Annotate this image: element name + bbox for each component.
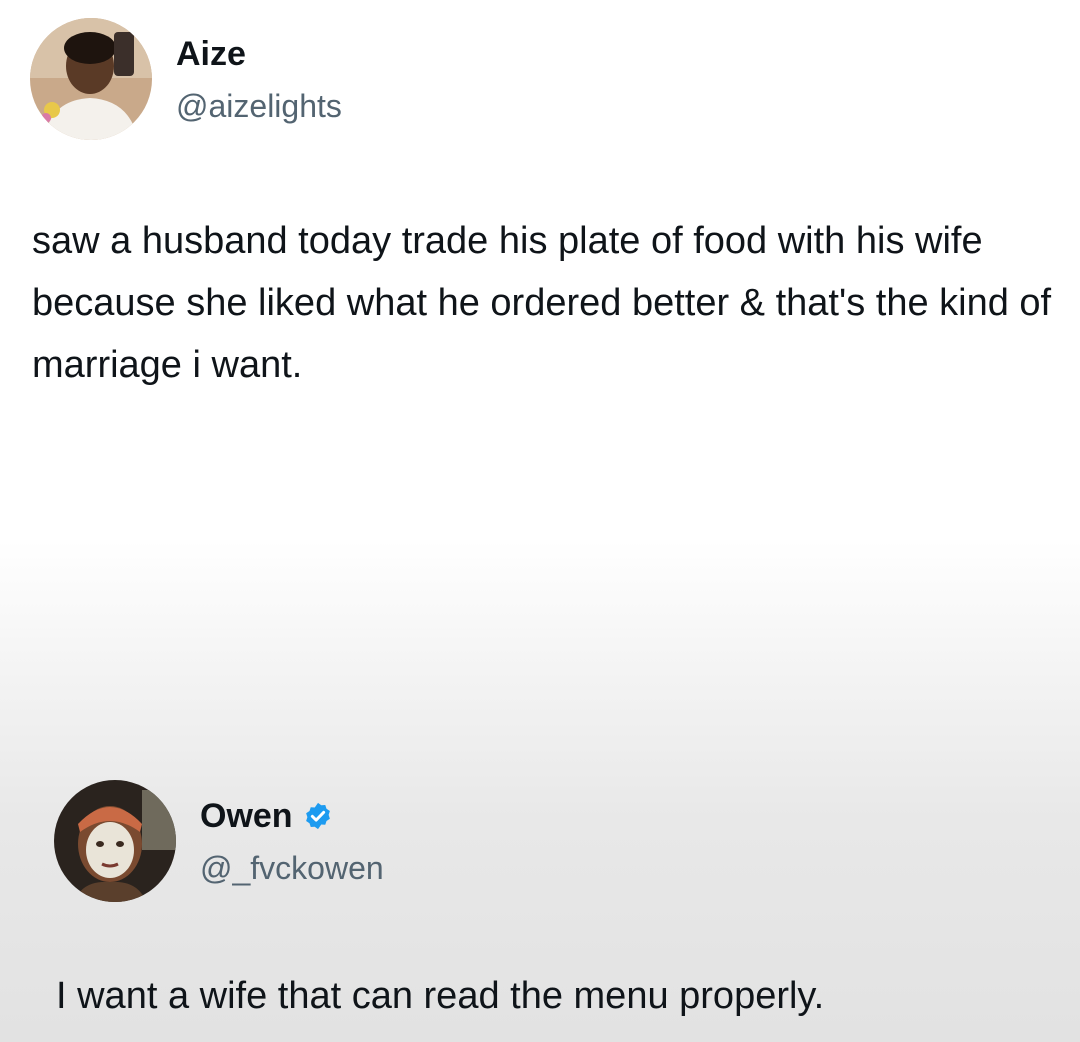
tweet-reply: Owen @_fvckowen I want a wife that can r… — [0, 760, 1080, 1042]
author-handle[interactable]: @aizelights — [176, 86, 342, 126]
author-name[interactable]: Owen — [200, 796, 293, 836]
author-name[interactable]: Aize — [176, 34, 246, 74]
verified-badge-icon — [303, 801, 333, 831]
tweet-text: I want a wife that can read the menu pro… — [56, 975, 825, 1017]
avatar[interactable] — [30, 18, 152, 140]
avatar[interactable] — [54, 780, 176, 902]
tweet-text: saw a husband today trade his plate of f… — [32, 220, 1052, 386]
author-name-row: Owen — [200, 796, 333, 836]
tweet-original: Aize @aizelights saw a husband today tra… — [0, 0, 1080, 500]
author-handle[interactable]: @_fvckowen — [200, 848, 384, 888]
